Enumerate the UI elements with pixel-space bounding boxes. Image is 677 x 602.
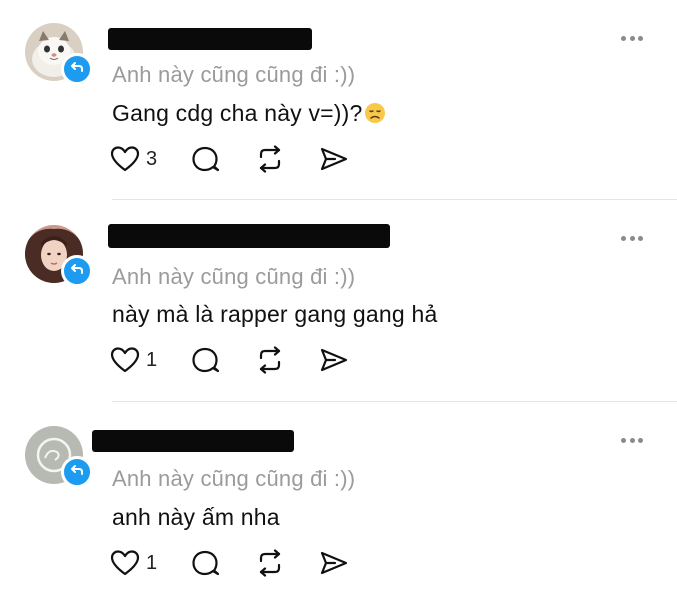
comment-bubble-icon (192, 146, 220, 172)
reply-button[interactable] (191, 549, 221, 577)
like-count: 3 (146, 147, 158, 170)
disappointed-face-icon (364, 103, 385, 123)
comment-bubble-icon (192, 550, 220, 576)
repost-badge-icon (61, 456, 93, 488)
like-button[interactable]: 1 (110, 346, 157, 374)
like-button[interactable]: 1 (110, 549, 157, 577)
send-icon (321, 551, 348, 575)
like-count: 1 (146, 348, 158, 371)
share-button[interactable] (319, 145, 349, 173)
comment-item: Anh này cũng cũng đi :)) Gang cdg cha nà… (0, 0, 677, 200)
avatar[interactable] (25, 426, 93, 488)
reply-context: Anh này cũng cũng đi :)) (112, 62, 356, 87)
redacted-username (108, 28, 312, 50)
avatar[interactable] (25, 225, 93, 287)
comment-bubble-icon (192, 347, 220, 373)
comment-text: này mà là rapper gang gang hả (112, 301, 438, 327)
repost-badge-icon (61, 53, 93, 85)
comment-text: anh này ấm nha (112, 504, 280, 530)
like-count: 1 (146, 551, 158, 574)
repost-button[interactable] (255, 145, 285, 173)
repost-arrows-icon (260, 145, 281, 173)
share-button[interactable] (319, 549, 349, 577)
comment-text-content: Gang cdg cha này v=))? (112, 100, 363, 126)
reply-context: Anh này cũng cũng đi :)) (112, 264, 356, 289)
more-dots-icon[interactable] (621, 437, 643, 443)
action-bar: 3 (110, 142, 383, 176)
repost-button[interactable] (255, 549, 285, 577)
heart-icon (110, 146, 140, 172)
reply-button[interactable] (191, 346, 221, 374)
more-dots-icon[interactable] (621, 235, 643, 241)
repost-arrows-icon (260, 549, 281, 577)
repost-arrows-icon (260, 346, 281, 374)
action-bar: 1 (110, 546, 383, 580)
heart-icon (110, 347, 140, 373)
comment-item: Anh này cũng cũng đi :)) này mà là rappe… (0, 200, 677, 400)
share-button[interactable] (319, 346, 349, 374)
comment-text: Gang cdg cha này v=))? (112, 100, 386, 127)
repost-badge-icon (61, 255, 93, 287)
redacted-username (108, 224, 390, 248)
redacted-username (92, 430, 294, 452)
send-icon (321, 348, 348, 372)
action-bar: 1 (110, 343, 383, 377)
reply-button[interactable] (191, 145, 221, 173)
send-icon (321, 147, 348, 171)
avatar[interactable] (25, 23, 93, 85)
reply-context: Anh này cũng cũng đi :)) (112, 466, 356, 491)
comment-item: Anh này cũng cũng đi :)) anh này ấm nha … (0, 402, 677, 602)
like-button[interactable]: 3 (110, 145, 157, 173)
heart-icon (110, 550, 140, 576)
repost-button[interactable] (255, 346, 285, 374)
more-dots-icon[interactable] (621, 35, 643, 41)
